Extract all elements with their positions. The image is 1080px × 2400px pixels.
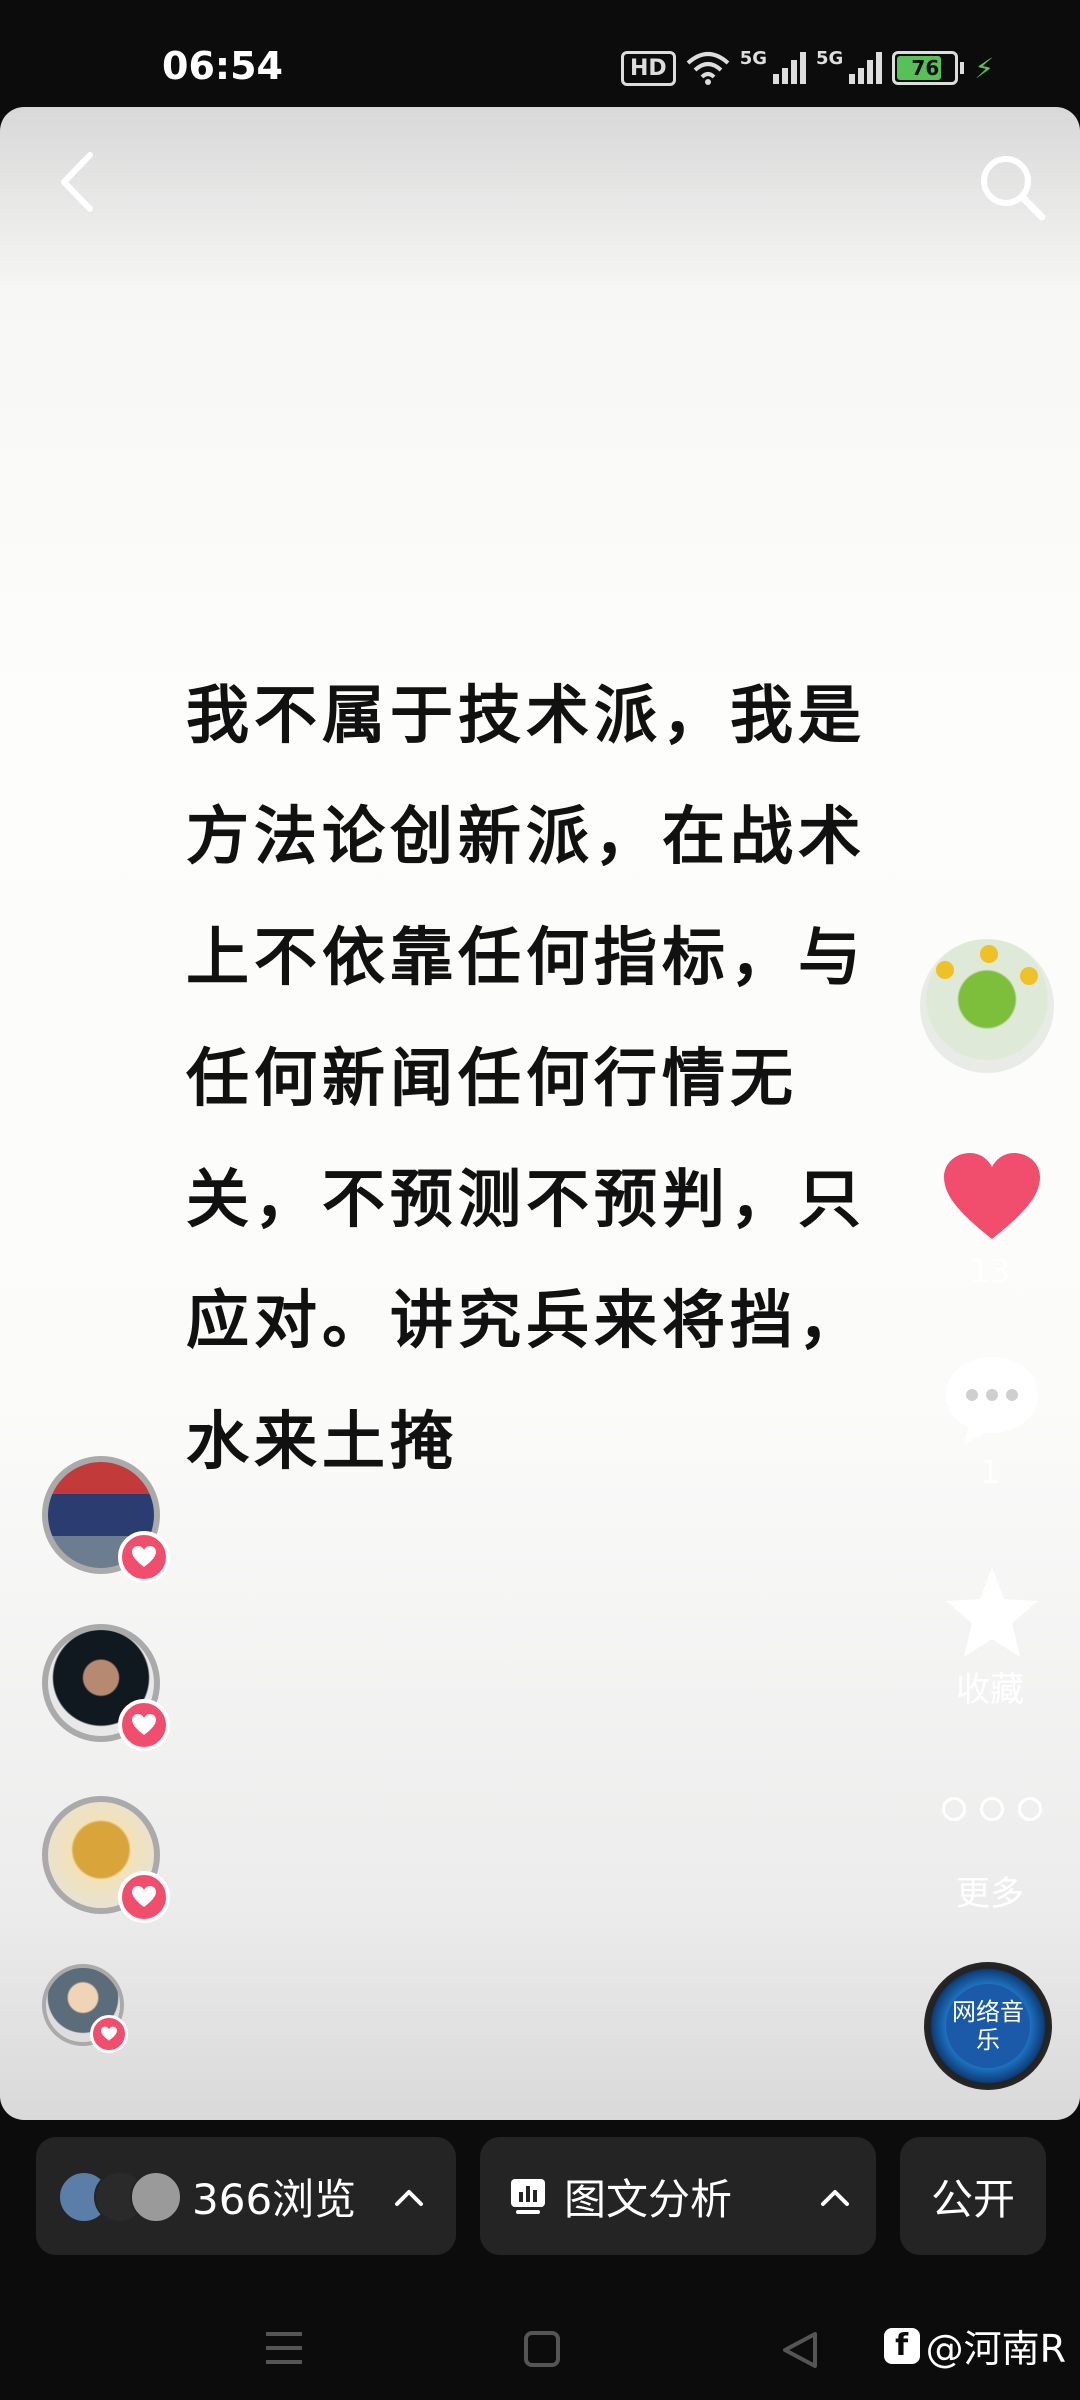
signal-icon-2 — [849, 52, 883, 84]
views-label: 366浏览 — [192, 2174, 357, 2224]
collect-label[interactable]: 收藏 — [930, 1662, 1050, 1711]
more-label[interactable]: 更多 — [930, 1866, 1050, 1915]
analysis-label: 图文分析 — [564, 2174, 733, 2224]
music-disc-label: 网络音乐 — [946, 1984, 1030, 2068]
heart-icon[interactable] — [942, 1151, 1042, 1241]
home-icon[interactable] — [523, 2330, 561, 2368]
wifi-icon — [686, 52, 730, 85]
star-icon[interactable] — [942, 1563, 1042, 1663]
battery-icon: 76 — [892, 51, 959, 85]
hd-voice-icon: HD — [621, 50, 676, 86]
liker-heart-icon-2 — [118, 1699, 170, 1751]
post-card[interactable]: 我不属于技术派，我是 方法论创新派，在战术 上不依靠任何指标，与 任何新闻任何行… — [0, 107, 1080, 2120]
battery-tip — [960, 62, 965, 74]
search-icon[interactable] — [972, 147, 1052, 227]
public-button[interactable]: 公开 — [900, 2137, 1046, 2255]
status-icons: HD 5G 5G 76 ⚡ — [621, 48, 994, 88]
liker-heart-icon-1 — [118, 1531, 170, 1583]
author-avatar[interactable] — [920, 939, 1054, 1073]
battery-level: 76 — [911, 56, 940, 80]
viewer-avatars — [58, 2171, 182, 2223]
liker-heart-icon-3 — [118, 1871, 170, 1923]
bar-chart-icon — [511, 2179, 545, 2214]
charging-icon: ⚡ — [974, 51, 994, 85]
back-triangle-icon[interactable] — [781, 2330, 819, 2370]
watermark: f @河南R — [883, 2318, 1066, 2373]
public-label: 公开 — [930, 2174, 1015, 2224]
chevron-up-icon — [395, 2190, 423, 2206]
views-button[interactable]: 366浏览 — [36, 2137, 456, 2255]
watermark-text: @河南R — [925, 2327, 1066, 2371]
watermark-logo-icon: f — [883, 2327, 920, 2364]
status-bar: 06:54 HD 5G 5G 76 ⚡ — [0, 0, 1080, 105]
like-count: 13 — [969, 1252, 1011, 1290]
post-text: 我不属于技术派，我是 方法论创新派，在战术 上不依靠任何指标，与 任何新闻任何行… — [186, 679, 866, 1478]
menu-icon[interactable] — [264, 2330, 304, 2366]
music-disc[interactable]: 网络音乐 — [924, 1962, 1052, 2090]
more-dots-icon[interactable] — [942, 1797, 1042, 1833]
network-type-1: 5G — [739, 48, 768, 69]
analysis-button[interactable]: 图文分析 — [480, 2137, 876, 2255]
liker-heart-icon-4 — [90, 2015, 128, 2053]
back-arrow-icon[interactable] — [50, 147, 110, 217]
signal-icon-1 — [773, 52, 807, 84]
comment-bubble-icon[interactable] — [942, 1351, 1042, 1451]
chevron-up-icon — [821, 2190, 849, 2206]
network-type-2: 5G — [816, 48, 844, 69]
comment-count: 1 — [979, 1453, 1001, 1491]
status-time: 06:54 — [162, 44, 283, 88]
